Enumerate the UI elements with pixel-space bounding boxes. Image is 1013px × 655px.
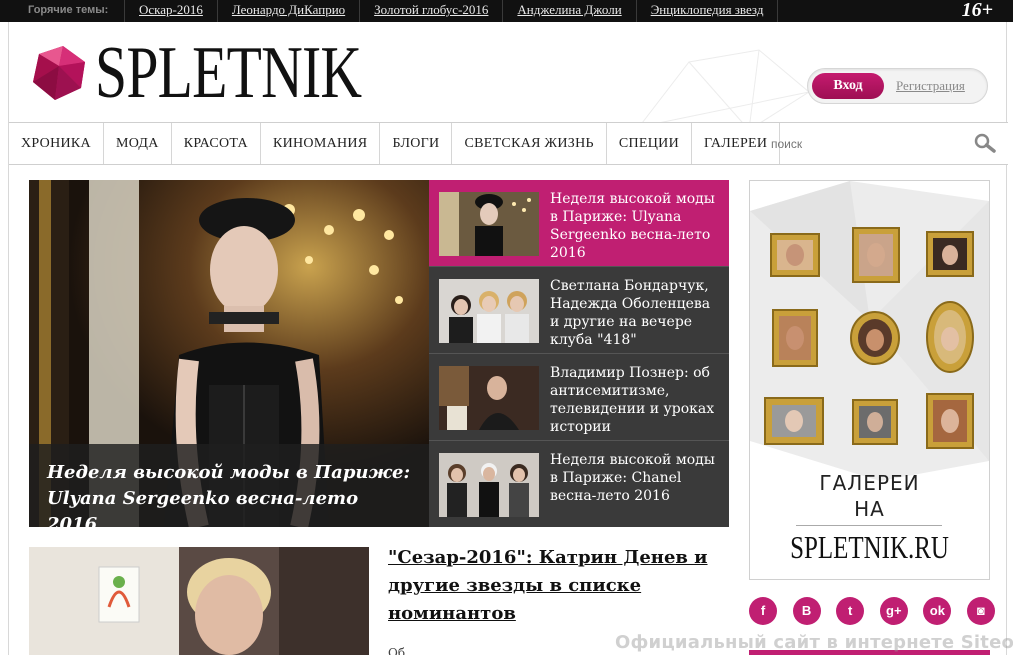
search-input[interactable] <box>755 123 955 164</box>
hot-link-golden-globe[interactable]: Золотой глобус-2016 <box>359 0 502 22</box>
main-nav: ХРОНИКА МОДА КРАСОТА КИНОМАНИЯ БЛОГИ СВЕ… <box>9 122 1008 165</box>
social-links: f B t g+ ok ◙ <box>747 597 997 627</box>
story-item[interactable]: Неделя высокой моды в Париже: Chanel вес… <box>429 441 729 528</box>
hot-link-dicaprio[interactable]: Леонардо ДиКаприо <box>216 0 359 22</box>
article-excerpt: Об <box>388 646 406 655</box>
logo-text[interactable]: SPLETNIK <box>95 30 362 116</box>
google-plus-icon[interactable]: g+ <box>879 597 908 625</box>
auth-toggle: Вход Регистрация <box>807 68 988 104</box>
nav-item-fashion[interactable]: МОДА <box>104 123 172 164</box>
story-thumbnail <box>439 279 539 343</box>
portrait-frame-icon <box>926 231 974 277</box>
nav-item-cinema[interactable]: КИНОМАНИЯ <box>261 123 381 164</box>
instagram-icon[interactable]: ◙ <box>966 597 995 625</box>
story-item[interactable]: Светлана Бондарчук, Надежда Оболенцева и… <box>429 267 729 354</box>
story-title[interactable]: Неделя высокой моды в Париже: Chanel вес… <box>550 451 722 505</box>
ad-brand: SPLETNIK.RU <box>790 529 949 565</box>
header-background-decoration <box>638 49 810 131</box>
hot-link-oscar[interactable]: Оскар-2016 <box>124 0 217 22</box>
logo-gem-icon[interactable] <box>29 44 89 102</box>
story-list: Неделя высокой моды в Париже: Ulyana Ser… <box>429 180 729 527</box>
search-box <box>755 123 1008 164</box>
hot-link-encyclopedia[interactable]: Энциклопедия звезд <box>635 0 779 22</box>
facebook-icon[interactable]: f <box>749 597 777 625</box>
twitter-icon[interactable]: t <box>836 597 865 625</box>
story-item[interactable]: Владимир Познер: об антисемитизме, телев… <box>429 354 729 441</box>
odnoklassniki-icon[interactable]: ok <box>923 597 952 625</box>
top-bar: Горячие темы: Оскар-2016 Леонардо ДиКапр… <box>0 0 1013 22</box>
portrait-frame-icon <box>770 233 820 277</box>
vk-icon[interactable]: B <box>792 597 821 625</box>
watermark: Официальный сайт в интернете Siteofficia… <box>615 632 1013 653</box>
register-link[interactable]: Регистрация <box>896 78 965 94</box>
story-thumbnail <box>439 366 539 430</box>
featured-caption[interactable]: Неделя высокой моды в Париже: Ulyana Ser… <box>29 444 429 527</box>
search-icon[interactable] <box>974 133 996 153</box>
article-title-link[interactable]: "Сезар-2016": Катрин Денев и другие звез… <box>388 544 718 628</box>
story-title[interactable]: Владимир Познер: об антисемитизме, телев… <box>550 364 722 436</box>
galleries-ad-banner[interactable]: ГАЛЕРЕИ НА SPLETNIK.RU <box>749 180 990 580</box>
page-container: SPLETNIK Вход Регистрация ХРОНИКА МОДА К… <box>8 22 1008 655</box>
story-title[interactable]: Неделя высокой моды в Париже: Ulyana Ser… <box>550 190 722 262</box>
hot-topics-label: Горячие темы: <box>28 4 109 16</box>
article-photo[interactable] <box>29 547 369 655</box>
featured-article[interactable]: Неделя высокой моды в Париже: Ulyana Ser… <box>29 180 429 527</box>
ad-divider <box>796 525 942 526</box>
login-button[interactable]: Вход <box>812 73 884 99</box>
ad-text-galleries: ГАЛЕРЕИ <box>819 471 920 495</box>
ad-text-on: НА <box>854 497 885 521</box>
portrait-frame-icon <box>926 301 974 373</box>
portrait-frame-icon <box>926 393 974 449</box>
story-thumbnail <box>439 453 539 517</box>
portrait-frame-icon <box>772 309 818 367</box>
hot-link-jolie[interactable]: Анджелина Джоли <box>502 0 635 22</box>
nav-item-beauty[interactable]: КРАСОТА <box>172 123 261 164</box>
story-title[interactable]: Светлана Бондарчук, Надежда Оболенцева и… <box>550 277 722 349</box>
portrait-frame-icon <box>850 311 900 365</box>
portrait-frame-icon <box>852 227 900 283</box>
nav-item-social-life[interactable]: СВЕТСКАЯ ЖИЗНЬ <box>452 123 607 164</box>
hot-topics-links: Оскар-2016 Леонардо ДиКаприо Золотой гло… <box>124 0 779 22</box>
nav-item-chronicle[interactable]: ХРОНИКА <box>9 123 104 164</box>
story-thumbnail <box>439 192 539 256</box>
story-item[interactable]: Неделя высокой моды в Париже: Ulyana Ser… <box>429 180 729 267</box>
portrait-frame-icon <box>764 397 824 445</box>
nav-item-blogs[interactable]: БЛОГИ <box>380 123 453 164</box>
nav-item-specials[interactable]: СПЕЦИИ <box>607 123 693 164</box>
portrait-frame-icon <box>852 399 898 445</box>
age-rating-badge: 16+ <box>961 0 993 21</box>
